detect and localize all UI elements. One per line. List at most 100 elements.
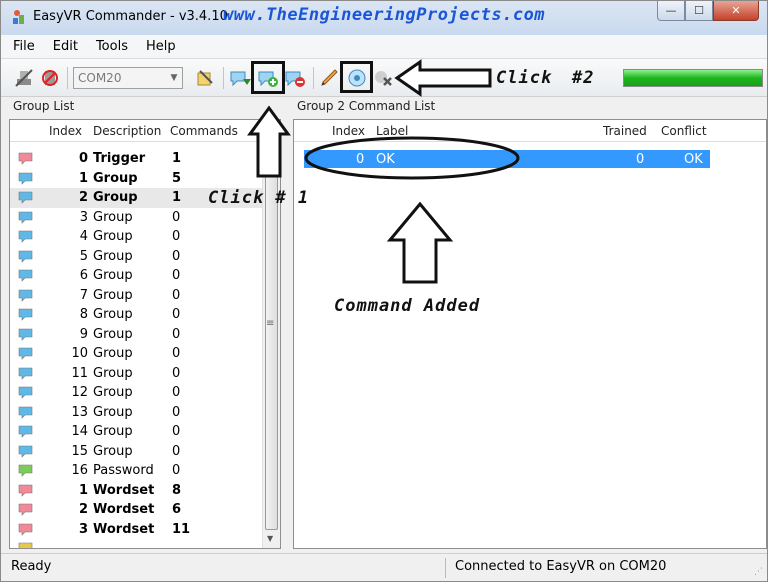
maximize-button[interactable]: ☐ bbox=[685, 1, 713, 21]
row-index: 8 bbox=[79, 307, 88, 322]
table-row[interactable]: 10 Group 0 bbox=[10, 344, 262, 364]
erase-icon[interactable] bbox=[373, 67, 395, 89]
table-row[interactable]: 3 Wordset 11 bbox=[10, 520, 262, 540]
row-description: Wordset bbox=[93, 521, 155, 537]
click2-annotation-label: Click bbox=[496, 68, 553, 88]
table-row[interactable]: 4 Group 0 bbox=[10, 227, 262, 247]
status-bar: Ready Connected to EasyVR on COM20 ⋰ bbox=[1, 553, 767, 581]
group-type-icon bbox=[18, 308, 33, 321]
row-commands: 0 bbox=[172, 365, 181, 381]
table-row[interactable]: 16 Password 0 bbox=[10, 461, 262, 481]
row-description: Group bbox=[93, 229, 133, 244]
table-row[interactable]: 6 Group 0 bbox=[10, 266, 262, 286]
table-row[interactable] bbox=[10, 539, 262, 548]
panel-splitter[interactable] bbox=[283, 119, 291, 549]
status-text: Ready bbox=[11, 559, 52, 574]
scroll-down-icon[interactable]: ▼ bbox=[267, 534, 273, 543]
minimize-button[interactable]: — bbox=[657, 1, 685, 21]
port-select[interactable]: COM20 ▼ bbox=[73, 67, 183, 89]
scroll-up-icon[interactable]: ▲ bbox=[267, 126, 273, 135]
row-commands: 0 bbox=[172, 346, 181, 361]
row-index: 1 bbox=[78, 170, 88, 186]
menu-edit[interactable]: Edit bbox=[53, 39, 78, 54]
progress-fill bbox=[624, 70, 762, 86]
group-type-icon bbox=[18, 367, 33, 380]
table-row[interactable]: 0 Trigger 1 bbox=[10, 149, 262, 169]
table-row[interactable]: 9 Group 0 bbox=[10, 325, 262, 345]
click1-highlight-box bbox=[251, 61, 285, 94]
row-commands: 1 bbox=[172, 151, 182, 166]
disconnect-icon[interactable] bbox=[13, 67, 35, 89]
group-type-icon bbox=[18, 386, 33, 399]
table-row[interactable]: 14 Group 0 bbox=[10, 422, 262, 442]
group-type-icon bbox=[18, 523, 33, 536]
row-commands: 0 bbox=[172, 404, 181, 420]
row-commands: 0 bbox=[172, 443, 181, 459]
group-type-icon bbox=[18, 250, 33, 263]
table-row[interactable]: 13 Group 0 bbox=[10, 403, 262, 423]
row-commands: 8 bbox=[172, 482, 182, 498]
table-row[interactable]: 5 Group 0 bbox=[10, 247, 262, 267]
table-row[interactable]: 3 Group 0 bbox=[10, 208, 262, 228]
remove-command-icon[interactable] bbox=[284, 67, 306, 89]
row-commands: 0 bbox=[172, 248, 181, 264]
col-description[interactable]: Description bbox=[93, 124, 161, 138]
settings-icon[interactable] bbox=[194, 67, 216, 89]
title-bar: EasyVR Commander - v3.4.10 www.TheEngine… bbox=[1, 1, 767, 35]
row-commands: 0 bbox=[172, 307, 181, 322]
main-window: EasyVR Commander - v3.4.10 www.TheEngine… bbox=[0, 0, 768, 582]
row-commands: 1 bbox=[172, 190, 182, 205]
table-row[interactable]: 1 Wordset 8 bbox=[10, 481, 262, 501]
cmd-index: 0 bbox=[356, 152, 365, 167]
add-group-icon[interactable] bbox=[229, 67, 251, 89]
row-index: 2 bbox=[78, 502, 88, 517]
stop-connection-icon[interactable] bbox=[39, 67, 61, 89]
table-row[interactable]: 11 Group 0 bbox=[10, 364, 262, 384]
row-index: 11 bbox=[71, 365, 88, 381]
table-row[interactable]: 12 Group 0 bbox=[10, 383, 262, 403]
group-list-label: Group List bbox=[13, 99, 75, 113]
test-icon[interactable] bbox=[449, 67, 471, 89]
group-list-scrollbar[interactable]: ▲ ≡ ▼ bbox=[262, 120, 280, 548]
row-commands: 0 bbox=[172, 229, 181, 244]
table-row[interactable]: 1 Group 5 bbox=[10, 169, 262, 189]
row-index: 10 bbox=[71, 346, 88, 361]
row-description: Group bbox=[93, 404, 133, 420]
menu-help[interactable]: Help bbox=[146, 39, 176, 54]
row-commands: 0 bbox=[172, 385, 181, 400]
resize-grip-icon[interactable]: ⋰ bbox=[754, 567, 763, 577]
col-index[interactable]: Index bbox=[49, 124, 82, 138]
edit-icon[interactable] bbox=[319, 67, 341, 89]
group-type-icon bbox=[18, 172, 33, 185]
group-type-icon bbox=[18, 328, 33, 341]
col-commands[interactable]: Commands bbox=[170, 124, 238, 138]
watermark-text: www.TheEngineeringProjects.com bbox=[223, 5, 546, 25]
chevron-down-icon[interactable]: ▼ bbox=[166, 68, 182, 88]
port-value: COM20 bbox=[78, 71, 122, 85]
table-row[interactable]: 8 Group 0 bbox=[10, 305, 262, 325]
command-list[interactable]: Index Label Trained Conflict 0 OK 0 OK bbox=[293, 119, 767, 549]
row-description: Group bbox=[93, 268, 133, 283]
table-row[interactable]: 7 Group 0 bbox=[10, 286, 262, 306]
group-type-icon bbox=[18, 406, 33, 419]
group-type-icon bbox=[18, 542, 33, 548]
cmd-label: OK bbox=[376, 152, 395, 167]
group-list[interactable]: Index Description Commands 0 Trigger 1 1 Gro… bbox=[9, 119, 281, 549]
row-commands: 0 bbox=[172, 268, 181, 283]
menu-file[interactable]: File bbox=[13, 39, 35, 54]
row-commands: 0 bbox=[172, 326, 181, 342]
click1-annotation: Click # 1 bbox=[208, 188, 310, 208]
table-row[interactable]: 2 Wordset 6 bbox=[10, 500, 262, 520]
table-row[interactable]: 15 Group 0 bbox=[10, 442, 262, 462]
col-trained[interactable]: Trained bbox=[603, 124, 647, 138]
row-description: Group bbox=[93, 287, 133, 303]
col-label[interactable]: Label bbox=[376, 124, 408, 138]
command-row[interactable]: 0 OK 0 OK bbox=[304, 150, 710, 168]
group-type-icon bbox=[18, 211, 33, 224]
group-type-icon bbox=[18, 269, 33, 282]
command-list-label: Group 2 Command List bbox=[297, 99, 436, 113]
col-index[interactable]: Index bbox=[332, 124, 365, 138]
menu-tools[interactable]: Tools bbox=[96, 39, 128, 54]
close-button[interactable]: ✕ bbox=[713, 1, 759, 21]
col-conflict[interactable]: Conflict bbox=[661, 124, 707, 138]
